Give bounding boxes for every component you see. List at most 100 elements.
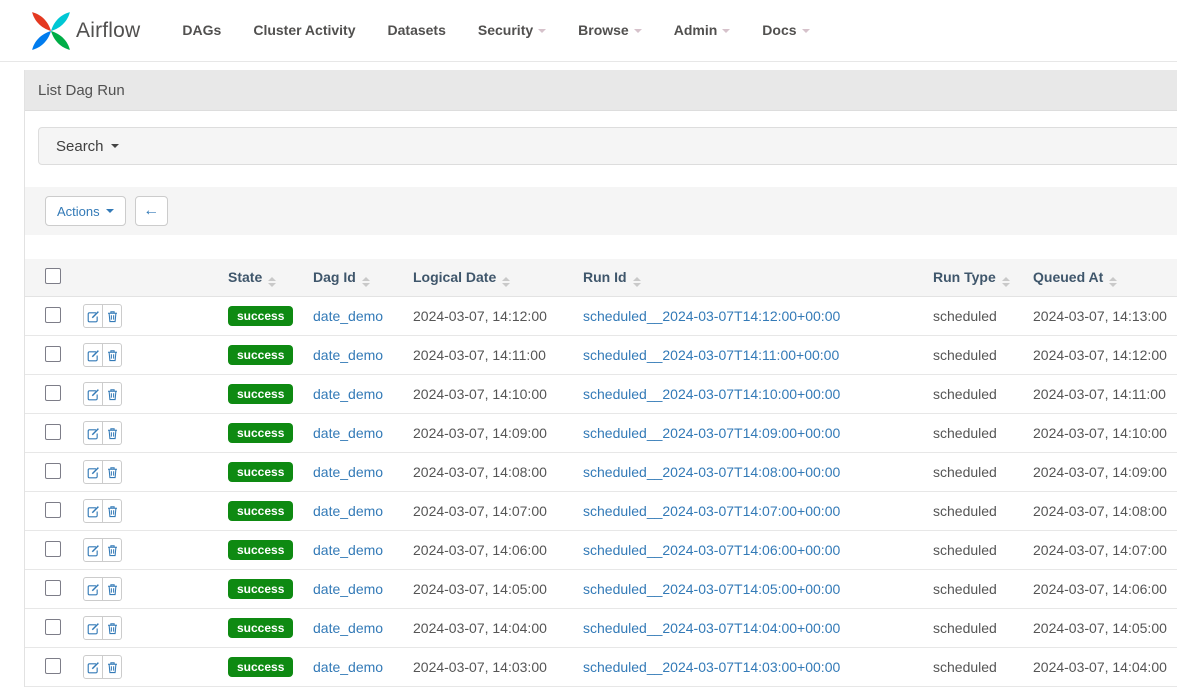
- delete-button[interactable]: [102, 460, 122, 484]
- edit-icon: [87, 466, 100, 479]
- nav-item-dags[interactable]: DAGs: [166, 0, 237, 61]
- row-checkbox[interactable]: [45, 346, 61, 362]
- search-label: Search: [56, 138, 104, 155]
- edit-button[interactable]: [83, 655, 103, 679]
- dag-id-link[interactable]: date_demo: [313, 503, 383, 519]
- search-toggle[interactable]: Search: [38, 127, 1177, 165]
- dag-id-link[interactable]: date_demo: [313, 659, 383, 675]
- row-checkbox[interactable]: [45, 580, 61, 596]
- select-all-checkbox[interactable]: [45, 268, 61, 284]
- row-checkbox[interactable]: [45, 619, 61, 635]
- edit-button[interactable]: [83, 343, 103, 367]
- edit-button[interactable]: [83, 616, 103, 640]
- trash-icon: [106, 466, 119, 479]
- delete-button[interactable]: [102, 343, 122, 367]
- run-type-cell: scheduled: [925, 648, 1025, 687]
- queued-at-cell: 2024-03-07, 14:09:00: [1025, 453, 1177, 492]
- run-id-link[interactable]: scheduled__2024-03-07T14:08:00+00:00: [583, 464, 840, 480]
- run-type-cell: scheduled: [925, 492, 1025, 531]
- table-row: success date_demo 2024-03-07, 14:07:00 s…: [25, 492, 1177, 531]
- nav-item-cluster-activity[interactable]: Cluster Activity: [237, 0, 371, 61]
- state-badge: success: [228, 306, 293, 326]
- nav-item-docs[interactable]: Docs: [746, 0, 825, 61]
- row-checkbox[interactable]: [45, 385, 61, 401]
- row-checkbox[interactable]: [45, 541, 61, 557]
- column-header-queued-at[interactable]: Queued At: [1025, 259, 1177, 297]
- row-checkbox[interactable]: [45, 463, 61, 479]
- edit-button[interactable]: [83, 577, 103, 601]
- nav-item-browse[interactable]: Browse: [562, 0, 658, 61]
- run-id-link[interactable]: scheduled__2024-03-07T14:09:00+00:00: [583, 425, 840, 441]
- run-id-link[interactable]: scheduled__2024-03-07T14:05:00+00:00: [583, 581, 840, 597]
- row-checkbox[interactable]: [45, 307, 61, 323]
- column-header-run-type[interactable]: Run Type: [925, 259, 1025, 297]
- dag-id-link[interactable]: date_demo: [313, 542, 383, 558]
- delete-button[interactable]: [102, 304, 122, 328]
- delete-button[interactable]: [102, 421, 122, 445]
- dag-run-panel: List Dag Run Search Actions ←: [24, 70, 1177, 687]
- dag-id-link[interactable]: date_demo: [313, 308, 383, 324]
- run-id-link[interactable]: scheduled__2024-03-07T14:06:00+00:00: [583, 542, 840, 558]
- delete-button[interactable]: [102, 577, 122, 601]
- queued-at-cell: 2024-03-07, 14:04:00: [1025, 648, 1177, 687]
- delete-button[interactable]: [102, 655, 122, 679]
- edit-icon: [87, 505, 100, 518]
- column-header-dag-id[interactable]: Dag Id: [305, 259, 405, 297]
- run-id-link[interactable]: scheduled__2024-03-07T14:12:00+00:00: [583, 308, 840, 324]
- row-actions: [83, 421, 122, 445]
- run-id-link[interactable]: scheduled__2024-03-07T14:10:00+00:00: [583, 386, 840, 402]
- dag-id-link[interactable]: date_demo: [313, 464, 383, 480]
- delete-button[interactable]: [102, 616, 122, 640]
- dag-id-link[interactable]: date_demo: [313, 620, 383, 636]
- actions-dropdown-button[interactable]: Actions: [45, 196, 126, 226]
- queued-at-cell: 2024-03-07, 14:11:00: [1025, 375, 1177, 414]
- delete-button[interactable]: [102, 382, 122, 406]
- dag-id-link[interactable]: date_demo: [313, 347, 383, 363]
- column-header-run-id[interactable]: Run Id: [575, 259, 925, 297]
- logical-date-cell: 2024-03-07, 14:03:00: [405, 648, 575, 687]
- row-checkbox[interactable]: [45, 658, 61, 674]
- caret-down-icon: [111, 144, 119, 148]
- trash-icon: [106, 661, 119, 674]
- column-header-logical-date[interactable]: Logical Date: [405, 259, 575, 297]
- column-header-state[interactable]: State: [220, 259, 305, 297]
- row-checkbox[interactable]: [45, 502, 61, 518]
- table-row: success date_demo 2024-03-07, 14:10:00 s…: [25, 375, 1177, 414]
- nav-item-admin[interactable]: Admin: [658, 0, 747, 61]
- run-id-link[interactable]: scheduled__2024-03-07T14:07:00+00:00: [583, 503, 840, 519]
- delete-button[interactable]: [102, 499, 122, 523]
- back-button[interactable]: ←: [135, 196, 168, 226]
- caret-down-icon: [722, 29, 730, 33]
- actions-toolbar: Actions ←: [25, 187, 1177, 235]
- run-id-link[interactable]: scheduled__2024-03-07T14:03:00+00:00: [583, 659, 840, 675]
- row-checkbox[interactable]: [45, 424, 61, 440]
- queued-at-cell: 2024-03-07, 14:06:00: [1025, 570, 1177, 609]
- row-actions: [83, 304, 122, 328]
- edit-button[interactable]: [83, 421, 103, 445]
- row-actions: [83, 499, 122, 523]
- edit-icon: [87, 583, 100, 596]
- dag-id-link[interactable]: date_demo: [313, 425, 383, 441]
- nav-item-datasets[interactable]: Datasets: [372, 0, 462, 61]
- logical-date-cell: 2024-03-07, 14:07:00: [405, 492, 575, 531]
- sort-icon: [1002, 277, 1010, 287]
- edit-button[interactable]: [83, 382, 103, 406]
- nav-item-security[interactable]: Security: [462, 0, 562, 61]
- logical-date-cell: 2024-03-07, 14:06:00: [405, 531, 575, 570]
- dag-id-link[interactable]: date_demo: [313, 386, 383, 402]
- run-id-link[interactable]: scheduled__2024-03-07T14:04:00+00:00: [583, 620, 840, 636]
- edit-button[interactable]: [83, 538, 103, 562]
- queued-at-cell: 2024-03-07, 14:10:00: [1025, 414, 1177, 453]
- edit-button[interactable]: [83, 499, 103, 523]
- run-type-cell: scheduled: [925, 414, 1025, 453]
- delete-button[interactable]: [102, 538, 122, 562]
- edit-button[interactable]: [83, 460, 103, 484]
- edit-button[interactable]: [83, 304, 103, 328]
- table-row: success date_demo 2024-03-07, 14:04:00 s…: [25, 609, 1177, 648]
- run-id-link[interactable]: scheduled__2024-03-07T14:11:00+00:00: [583, 347, 839, 363]
- dag-id-link[interactable]: date_demo: [313, 581, 383, 597]
- sort-icon: [362, 277, 370, 287]
- table-row: success date_demo 2024-03-07, 14:08:00 s…: [25, 453, 1177, 492]
- edit-icon: [87, 427, 100, 440]
- airflow-home-link[interactable]: Airflow: [30, 10, 140, 52]
